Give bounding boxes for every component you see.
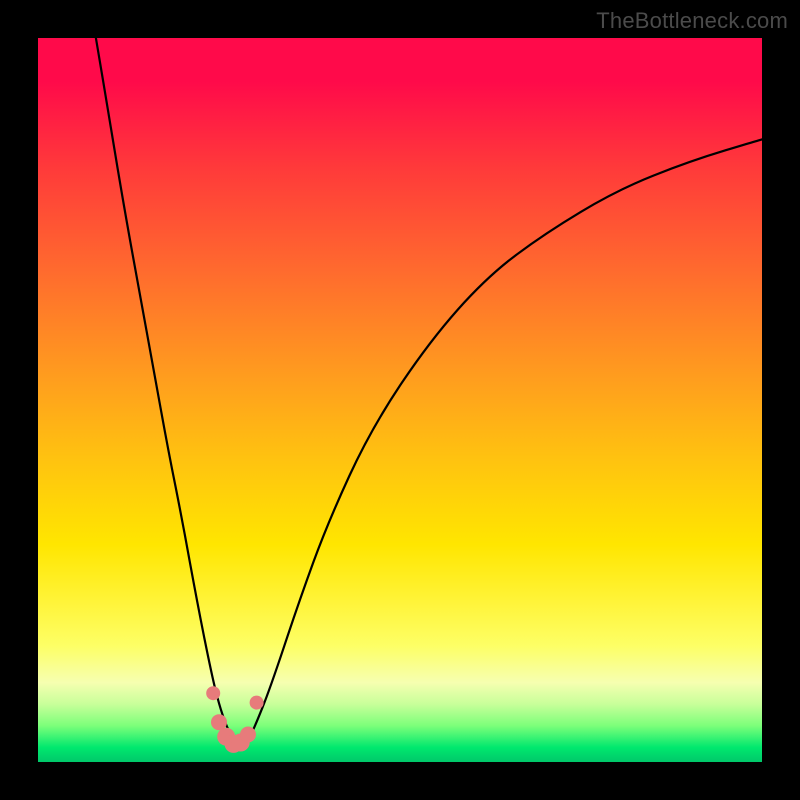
marker-group bbox=[206, 686, 263, 753]
bottleneck-curve bbox=[96, 38, 762, 746]
highlight-dot bbox=[211, 714, 227, 730]
highlight-dot bbox=[240, 727, 256, 743]
chart-svg bbox=[38, 38, 762, 762]
outer-frame: TheBottleneck.com bbox=[0, 0, 800, 800]
highlight-dot bbox=[250, 696, 264, 710]
curve-group bbox=[96, 38, 762, 746]
highlight-dot bbox=[206, 686, 220, 700]
plot-area bbox=[38, 38, 762, 762]
attribution-label: TheBottleneck.com bbox=[596, 8, 788, 34]
